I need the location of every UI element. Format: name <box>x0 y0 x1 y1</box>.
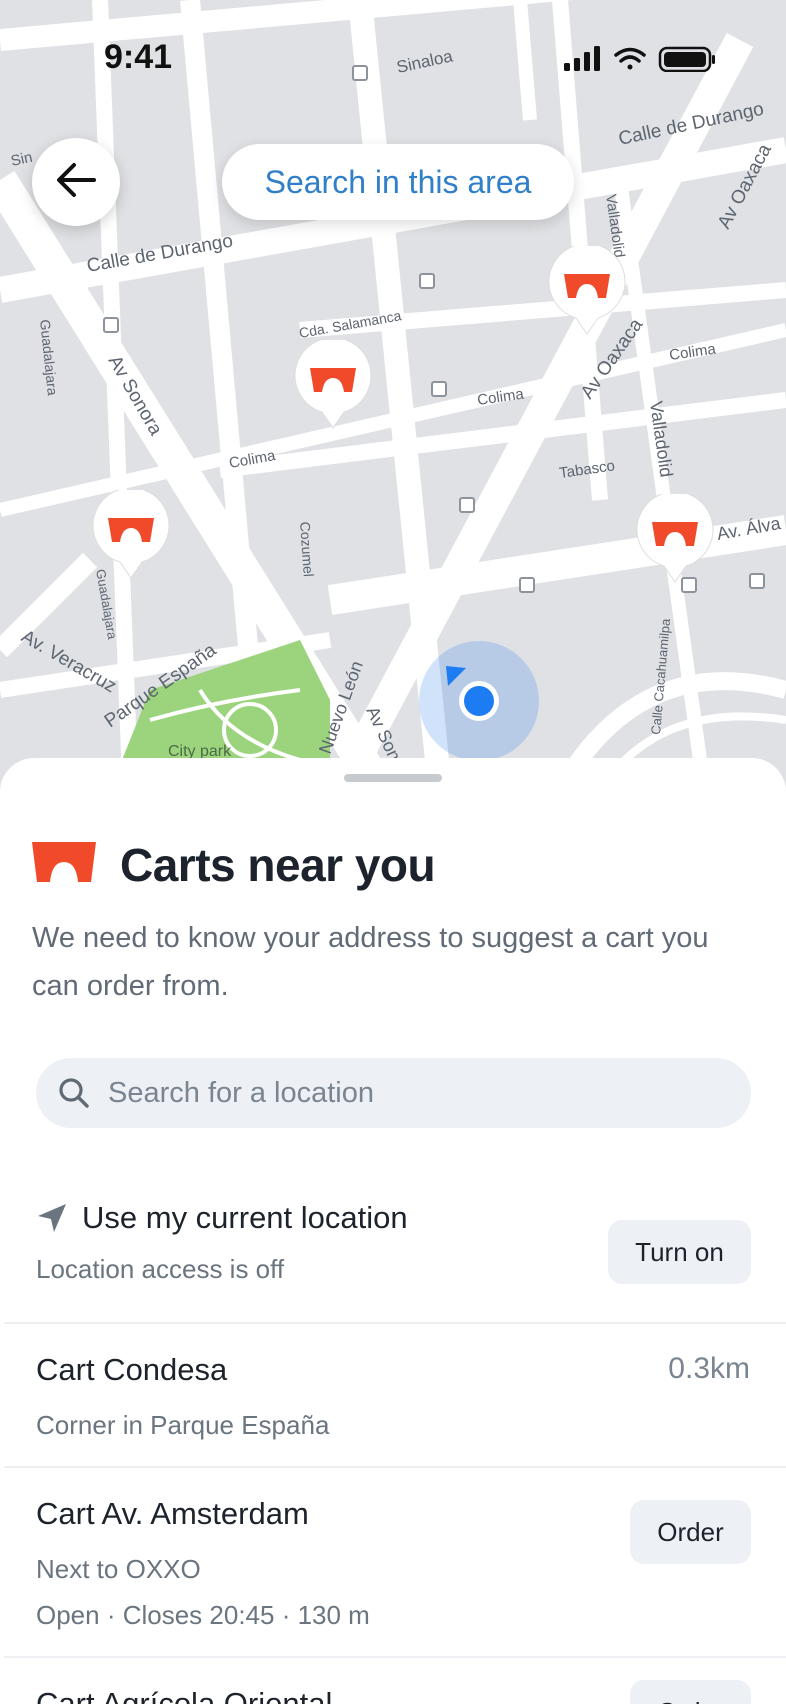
status-icons <box>564 46 724 77</box>
current-location-title: Use my current location <box>82 1200 408 1235</box>
status-bar: 9:41 <box>0 0 786 110</box>
cart-name: Cart Condesa <box>36 1352 228 1387</box>
cart-pin-icon[interactable] <box>292 337 374 432</box>
battery-icon <box>658 46 715 73</box>
back-button[interactable] <box>32 138 120 226</box>
bottom-sheet: Carts near you We need to know your addr… <box>0 758 786 1704</box>
cart-logo-icon <box>32 841 96 889</box>
search-icon <box>58 1077 90 1109</box>
search-in-area-button[interactable]: Search in this area <box>222 144 574 220</box>
cart-name: Cart Av. Amsterdam <box>36 1496 309 1531</box>
sheet-header: Carts near you <box>32 838 436 892</box>
cart-pin-icon[interactable] <box>90 487 172 582</box>
cart-name: Cart Agrícola Oriental <box>36 1686 333 1704</box>
current-location-row[interactable]: Use my current location Location access … <box>0 1188 786 1328</box>
cart-detail: Corner in Parque España <box>36 1410 330 1440</box>
cart-detail: Next to OXXO <box>36 1554 201 1584</box>
wifi-icon <box>614 47 646 70</box>
status-time: 9:41 <box>104 38 173 76</box>
location-search-input[interactable] <box>106 1075 710 1111</box>
cart-list-item[interactable]: Cart Condesa Corner in Parque España 0.3… <box>0 1324 786 1464</box>
order-button[interactable]: Order <box>630 1500 751 1564</box>
navigation-arrow-icon <box>36 1202 68 1239</box>
map-view[interactable]: Sinaloa Calle de Durango Calle de Durang… <box>0 0 786 790</box>
sheet-description: We need to know your address to suggest … <box>32 922 709 1002</box>
current-location-subtitle: Location access is off <box>36 1254 285 1284</box>
location-search-field[interactable] <box>36 1058 751 1128</box>
cart-distance: 0.3km <box>668 1352 750 1385</box>
cart-pin-icon[interactable] <box>546 243 628 338</box>
signal-icon <box>564 46 600 71</box>
cart-list-item[interactable]: Cart Agrícola Oriental Order <box>0 1658 786 1704</box>
order-button[interactable]: Order <box>630 1680 751 1704</box>
cart-list-item[interactable]: Cart Av. Amsterdam Next to OXXO Open · C… <box>0 1468 786 1648</box>
sheet-title: Carts near you <box>120 839 436 891</box>
back-arrow-icon <box>56 162 96 203</box>
cart-status: Open · Closes 20:45 · 130 m <box>36 1600 370 1630</box>
sheet-grabber[interactable] <box>344 774 442 782</box>
cart-pin-icon[interactable] <box>634 491 716 586</box>
turn-on-location-button[interactable]: Turn on <box>608 1220 751 1284</box>
user-location-marker <box>418 640 540 762</box>
